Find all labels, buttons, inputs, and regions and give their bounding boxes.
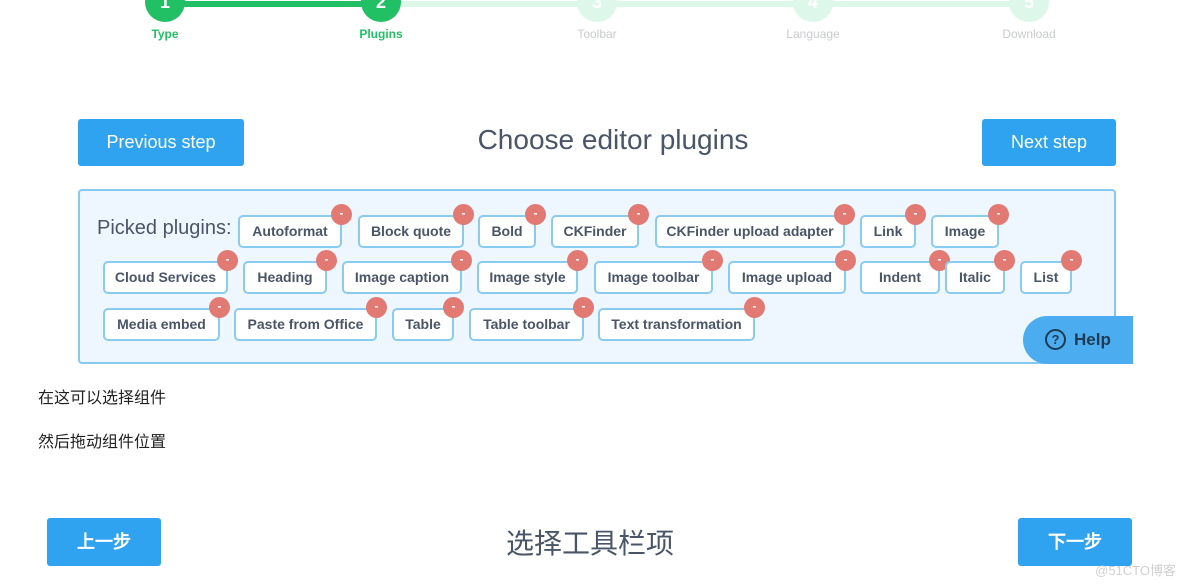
remove-plugin-icon[interactable]: - bbox=[905, 204, 926, 225]
picked-plugins-panel: Picked plugins: Autoformat - Block quote - B… bbox=[78, 189, 1116, 364]
step-number: 5 bbox=[1009, 0, 1049, 22]
plugin-chip[interactable]: Link - bbox=[860, 204, 926, 248]
plugin-chip-label: CKFinder bbox=[563, 223, 627, 239]
plugin-chip-label: Autoformat bbox=[252, 223, 328, 239]
plugin-chip[interactable]: Image toolbar - bbox=[594, 250, 723, 294]
plugin-chip-label: Paste from Office bbox=[247, 316, 364, 332]
plugin-chip-label: Italic bbox=[959, 269, 991, 285]
step-label: Download bbox=[1002, 27, 1056, 41]
plugin-chip[interactable]: Block quote - bbox=[358, 204, 474, 248]
plugin-chip-label: CKFinder upload adapter bbox=[666, 223, 834, 239]
plugin-chip-label: Heading bbox=[257, 269, 313, 285]
plugin-chip[interactable]: Text transformation - bbox=[598, 297, 765, 341]
plugin-chip-label: Cloud Services bbox=[114, 269, 217, 285]
plugin-chip-label: Text transformation bbox=[611, 316, 742, 332]
step-number: 3 bbox=[577, 0, 617, 22]
remove-plugin-icon[interactable]: - bbox=[994, 250, 1015, 271]
plugin-chip[interactable]: Image - bbox=[931, 204, 1009, 248]
plugin-chip-label: Table bbox=[405, 316, 441, 332]
note-text: 然后拖动组件位置 bbox=[38, 432, 167, 451]
remove-plugin-icon[interactable]: - bbox=[835, 250, 856, 271]
remove-plugin-icon[interactable]: - bbox=[573, 297, 594, 318]
page-title: Choose editor plugins bbox=[477, 124, 749, 155]
plugin-chip-label: Image toolbar bbox=[607, 269, 700, 285]
plugin-chip-label: Media embed bbox=[117, 316, 206, 332]
step-number: 4 bbox=[793, 0, 833, 22]
plugin-chip-label: Table toolbar bbox=[483, 316, 570, 332]
plugin-chip[interactable]: Table - bbox=[392, 297, 464, 341]
remove-plugin-icon[interactable]: - bbox=[316, 250, 337, 271]
remove-plugin-icon[interactable]: - bbox=[453, 204, 474, 225]
plugin-chip-label: Bold bbox=[491, 223, 523, 239]
remove-plugin-icon[interactable]: - bbox=[988, 204, 1009, 225]
plugin-chip[interactable]: CKFinder - bbox=[551, 204, 649, 248]
remove-plugin-icon[interactable]: - bbox=[744, 297, 765, 318]
plugin-chip[interactable]: Italic - bbox=[945, 250, 1015, 294]
remove-plugin-icon[interactable]: - bbox=[443, 297, 464, 318]
remove-plugin-icon[interactable]: - bbox=[366, 297, 387, 318]
plugin-chip[interactable]: Heading - bbox=[243, 250, 337, 294]
remove-plugin-icon[interactable]: - bbox=[628, 204, 649, 225]
plugin-chip[interactable]: Image style - bbox=[477, 250, 588, 294]
step-number: 2 bbox=[361, 0, 401, 22]
plugin-chip[interactable]: Paste from Office - bbox=[234, 297, 387, 341]
page-title-cn: 选择工具栏项 bbox=[505, 527, 674, 560]
plugin-chip[interactable]: CKFinder upload adapter - bbox=[655, 204, 855, 248]
plugin-chip-label: Block quote bbox=[370, 223, 452, 239]
step-label: Language bbox=[786, 27, 840, 41]
plugin-chip[interactable]: Bold - bbox=[478, 204, 546, 248]
remove-plugin-icon[interactable]: - bbox=[331, 204, 352, 225]
plugin-chip-label: Image caption bbox=[354, 269, 450, 285]
plugin-chip-label: Indent bbox=[879, 269, 921, 285]
next-step-button[interactable]: Next step bbox=[982, 119, 1116, 166]
plugin-chip-label: List bbox=[1033, 269, 1059, 285]
remove-plugin-icon[interactable]: - bbox=[1061, 250, 1082, 271]
plugin-chip-label: Image bbox=[944, 223, 986, 239]
plugin-chip[interactable]: Autoformat - bbox=[238, 204, 352, 248]
watermark: @51CTO博客 bbox=[1095, 563, 1176, 578]
remove-plugin-icon[interactable]: - bbox=[702, 250, 723, 271]
plugin-chip[interactable]: Cloud Services - bbox=[103, 250, 238, 294]
previous-step-button[interactable]: Previous step bbox=[78, 119, 244, 166]
step-label: Type bbox=[151, 27, 179, 41]
remove-plugin-icon[interactable]: - bbox=[217, 250, 238, 271]
help-button[interactable]: ? Help bbox=[1023, 316, 1133, 364]
step-label: Plugins bbox=[359, 27, 403, 41]
plugin-chip[interactable]: Indent - bbox=[860, 250, 950, 294]
plugin-chip[interactable]: List - bbox=[1020, 250, 1082, 294]
remove-plugin-icon[interactable]: - bbox=[834, 204, 855, 225]
plugin-chip[interactable]: Media embed - bbox=[103, 297, 230, 341]
remove-plugin-icon[interactable]: - bbox=[567, 250, 588, 271]
step-label: Toolbar bbox=[577, 27, 617, 41]
help-label: Help bbox=[1074, 330, 1111, 349]
note-text: 在这可以选择组件 bbox=[38, 388, 167, 407]
remove-plugin-icon[interactable]: - bbox=[209, 297, 230, 318]
plugin-chip-label: Image upload bbox=[741, 269, 833, 285]
question-circle-icon: ? bbox=[1045, 328, 1066, 350]
plugin-chip-label: Link bbox=[873, 223, 903, 239]
previous-step-button-cn[interactable]: 上一步 bbox=[47, 518, 161, 566]
step-number: 1 bbox=[145, 0, 185, 22]
wizard-stepper: 1 Type 2 Plugins 3 Toolbar 4 Language 5 … bbox=[0, 0, 1184, 50]
step-connector-pending bbox=[381, 1, 1029, 7]
step-connector-done bbox=[165, 1, 381, 7]
plugin-chip[interactable]: Image upload - bbox=[728, 250, 856, 294]
plugin-chip[interactable]: Table toolbar - bbox=[469, 297, 594, 341]
next-step-button-cn[interactable]: 下一步 bbox=[1018, 518, 1132, 566]
remove-plugin-icon[interactable]: - bbox=[451, 250, 472, 271]
picked-plugins-label: Picked plugins: bbox=[97, 217, 232, 239]
plugin-chip-label: Image style bbox=[489, 269, 566, 285]
plugin-chip[interactable]: Image caption - bbox=[342, 250, 472, 294]
remove-plugin-icon[interactable]: - bbox=[525, 204, 546, 225]
